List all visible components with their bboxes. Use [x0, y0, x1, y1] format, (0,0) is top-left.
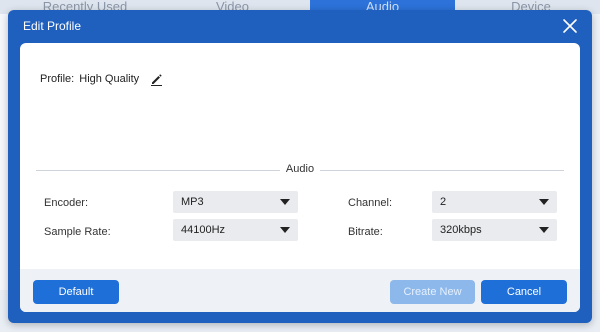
encoder-value: MP3: [181, 196, 204, 208]
sample-rate-label: Sample Rate:: [44, 226, 111, 238]
chevron-down-icon: [539, 227, 549, 233]
cancel-button[interactable]: Cancel: [481, 280, 567, 304]
edit-profile-dialog: Edit Profile Profile: High Quality Audio…: [8, 10, 592, 323]
profile-row: Profile: High Quality: [40, 71, 163, 87]
pencil-icon[interactable]: [150, 73, 163, 86]
chevron-down-icon: [280, 199, 290, 205]
bitrate-value: 320kbps: [440, 224, 482, 236]
dialog-content-panel: Profile: High Quality Audio Encoder: MP3…: [20, 43, 580, 312]
channel-value: 2: [440, 196, 447, 208]
channel-label: Channel:: [348, 197, 393, 209]
bitrate-select[interactable]: 320kbps: [432, 219, 557, 241]
dialog-footer: Default Create New Cancel: [20, 269, 580, 312]
section-divider-left: [36, 170, 280, 171]
default-button[interactable]: Default: [33, 280, 119, 304]
profile-label: Profile:: [40, 73, 75, 85]
channel-select[interactable]: 2: [432, 191, 557, 213]
section-divider-right: [320, 170, 564, 171]
profile-value: High Quality: [79, 73, 140, 85]
create-new-button[interactable]: Create New: [390, 280, 475, 304]
sample-rate-select[interactable]: 44100Hz: [173, 219, 298, 241]
sample-rate-value: 44100Hz: [181, 224, 226, 236]
section-title-audio: Audio: [285, 163, 315, 175]
close-icon[interactable]: [562, 18, 578, 34]
dialog-title: Edit Profile: [23, 19, 82, 33]
chevron-down-icon: [539, 199, 549, 205]
chevron-down-icon: [280, 227, 290, 233]
encoder-select[interactable]: MP3: [173, 191, 298, 213]
encoder-label: Encoder:: [44, 197, 89, 209]
bitrate-label: Bitrate:: [348, 226, 383, 238]
